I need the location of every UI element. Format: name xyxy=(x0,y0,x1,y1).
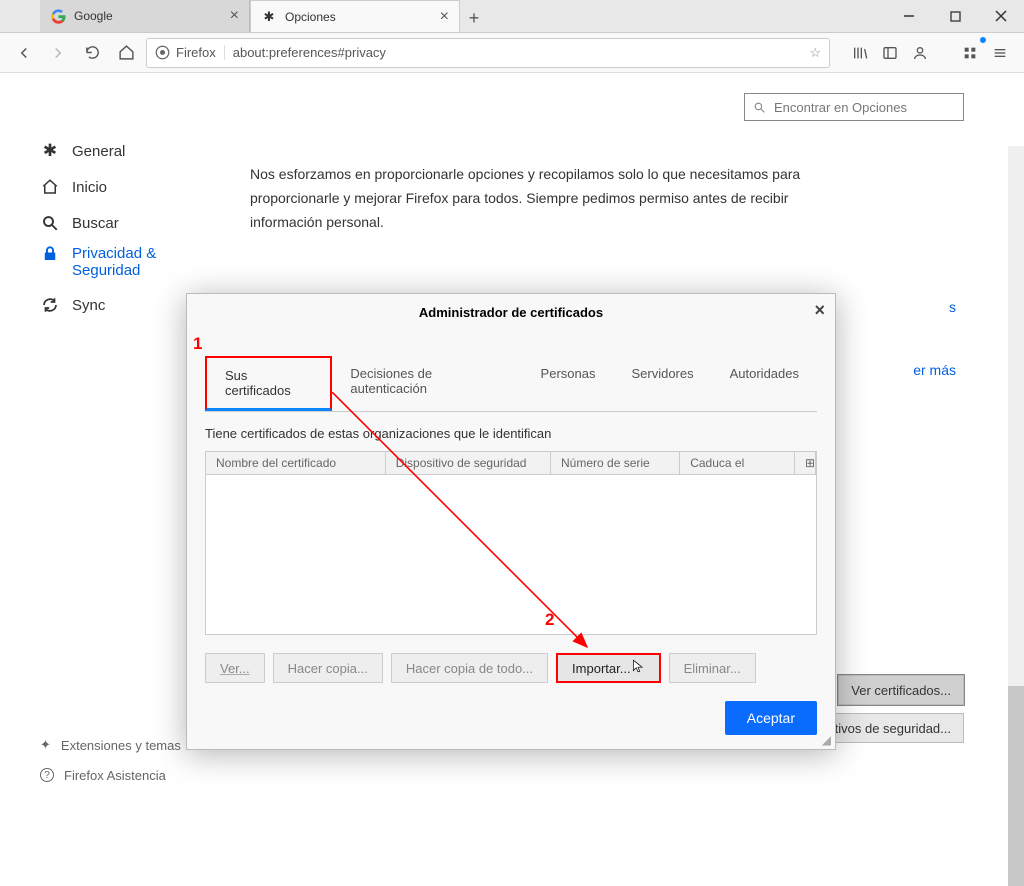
annotation-2: 2 xyxy=(545,610,554,630)
gear-icon: ✱ xyxy=(40,141,60,161)
certificates-table-body[interactable] xyxy=(205,475,817,635)
col-expires[interactable]: Caduca el xyxy=(680,452,795,474)
browser-toolbar: Firefox about:preferences#privacy ☆ xyxy=(0,33,1024,73)
url-text: about:preferences#privacy xyxy=(233,45,386,60)
intro-text: Nos esforzamos en proporcionarle opcione… xyxy=(250,163,830,234)
sidebar-item-search[interactable]: Buscar xyxy=(40,205,250,241)
lock-icon xyxy=(40,245,60,263)
tab-options-close-icon[interactable]: × xyxy=(440,8,449,26)
col-picker-icon[interactable]: ⊞ xyxy=(795,452,816,474)
mouse-cursor-icon xyxy=(631,657,645,675)
link-fragment-1[interactable]: s xyxy=(949,299,956,315)
tab-servers[interactable]: Servidores xyxy=(613,356,711,411)
browser-tab-options[interactable]: ✱ Opciones × xyxy=(250,0,460,32)
help-label: Firefox Asistencia xyxy=(64,768,166,783)
sidebar-item-privacy[interactable]: Privacidad &Seguridad xyxy=(40,241,250,287)
dialog-title: Administrador de certificados xyxy=(419,305,603,320)
sidebar-search-label: Buscar xyxy=(72,215,119,232)
tab-authorities[interactable]: Autoridades xyxy=(712,356,817,411)
accept-button[interactable]: Aceptar xyxy=(725,701,817,735)
extensions-link[interactable]: ✦ Extensiones y temas xyxy=(40,730,181,760)
dialog-button-row: Ver... Hacer copia... Hacer copia de tod… xyxy=(205,653,817,683)
back-button[interactable] xyxy=(10,39,38,67)
tab-auth-decisions[interactable]: Decisiones de autenticación xyxy=(332,356,522,411)
backup-button[interactable]: Hacer copia... xyxy=(273,653,383,683)
search-placeholder: Encontrar en Opciones xyxy=(774,100,907,115)
preferences-page: ✱ General Inicio Buscar Privacidad &Segu… xyxy=(0,73,1024,820)
menu-icon[interactable] xyxy=(986,39,1014,67)
tab-people[interactable]: Personas xyxy=(523,356,614,411)
extensions-icon[interactable] xyxy=(956,39,984,67)
search-icon xyxy=(753,101,766,114)
window-close-button[interactable] xyxy=(978,0,1024,32)
dialog-description: Tiene certificados de estas organizacion… xyxy=(205,426,817,441)
view-certificates-button[interactable]: Ver certificados... xyxy=(838,675,964,705)
firefox-logo-icon xyxy=(155,45,170,60)
help-icon: ? xyxy=(40,768,54,782)
home-icon xyxy=(40,178,60,196)
link-fragment-2[interactable]: er más xyxy=(913,362,956,378)
tab-google-label: Google xyxy=(74,9,113,23)
resize-grip-icon[interactable]: ◢ xyxy=(822,733,831,747)
preferences-search-input[interactable]: Encontrar en Opciones xyxy=(744,93,964,121)
window-minimize-button[interactable] xyxy=(886,0,932,32)
sidebar-home-label: Inicio xyxy=(72,179,107,196)
sidebar-sync-label: Sync xyxy=(72,297,105,314)
home-button[interactable] xyxy=(112,39,140,67)
col-device[interactable]: Dispositivo de seguridad xyxy=(386,452,551,474)
tab-options-label: Opciones xyxy=(285,10,336,24)
identity-label: Firefox xyxy=(176,45,216,60)
tab-your-certificates[interactable]: Sus certificados xyxy=(205,356,332,411)
search-icon xyxy=(40,214,60,232)
sidebar-item-general[interactable]: ✱ General xyxy=(40,133,250,169)
sidebar-icon[interactable] xyxy=(876,39,904,67)
library-icon[interactable] xyxy=(846,39,874,67)
account-icon[interactable] xyxy=(906,39,934,67)
browser-tab-google[interactable]: Google × xyxy=(40,0,250,32)
import-button[interactable]: Importar... xyxy=(556,653,661,683)
dialog-close-button[interactable]: × xyxy=(814,300,825,321)
col-name[interactable]: Nombre del certificado xyxy=(206,452,386,474)
window-maximize-button[interactable] xyxy=(932,0,978,32)
bookmark-star-icon[interactable]: ☆ xyxy=(809,45,821,61)
browser-tab-strip: Google × ✱ Opciones × + xyxy=(0,0,1024,33)
sidebar-item-home[interactable]: Inicio xyxy=(40,169,250,205)
site-identity[interactable]: Firefox xyxy=(155,45,225,60)
tab-google-close-icon[interactable]: × xyxy=(230,7,239,25)
col-serial[interactable]: Número de serie xyxy=(551,452,680,474)
url-bar[interactable]: Firefox about:preferences#privacy ☆ xyxy=(146,38,830,68)
new-tab-button[interactable]: + xyxy=(460,4,488,32)
sidebar-general-label: General xyxy=(72,143,125,160)
dialog-titlebar: Administrador de certificados × xyxy=(187,294,835,330)
titlebar-controls xyxy=(886,0,1024,32)
certificate-manager-dialog: Administrador de certificados × 1 Sus ce… xyxy=(186,293,836,750)
certificates-table-header: Nombre del certificado Dispositivo de se… xyxy=(205,451,817,475)
backup-all-button[interactable]: Hacer copia de todo... xyxy=(391,653,548,683)
sidebar-privacy-label: Privacidad &Seguridad xyxy=(72,245,156,279)
sync-icon xyxy=(40,296,60,314)
extensions-label: Extensiones y temas xyxy=(61,738,181,753)
reload-button[interactable] xyxy=(78,39,106,67)
view-cert-button[interactable]: Ver... xyxy=(205,653,265,683)
gear-favicon: ✱ xyxy=(261,9,277,25)
help-link[interactable]: ? Firefox Asistencia xyxy=(40,760,181,790)
forward-button[interactable] xyxy=(44,39,72,67)
dialog-tabs: Sus certificados Decisiones de autentica… xyxy=(205,356,817,412)
google-favicon xyxy=(50,8,66,24)
annotation-1: 1 xyxy=(193,334,202,354)
puzzle-icon: ✦ xyxy=(40,737,51,753)
delete-button[interactable]: Eliminar... xyxy=(669,653,756,683)
